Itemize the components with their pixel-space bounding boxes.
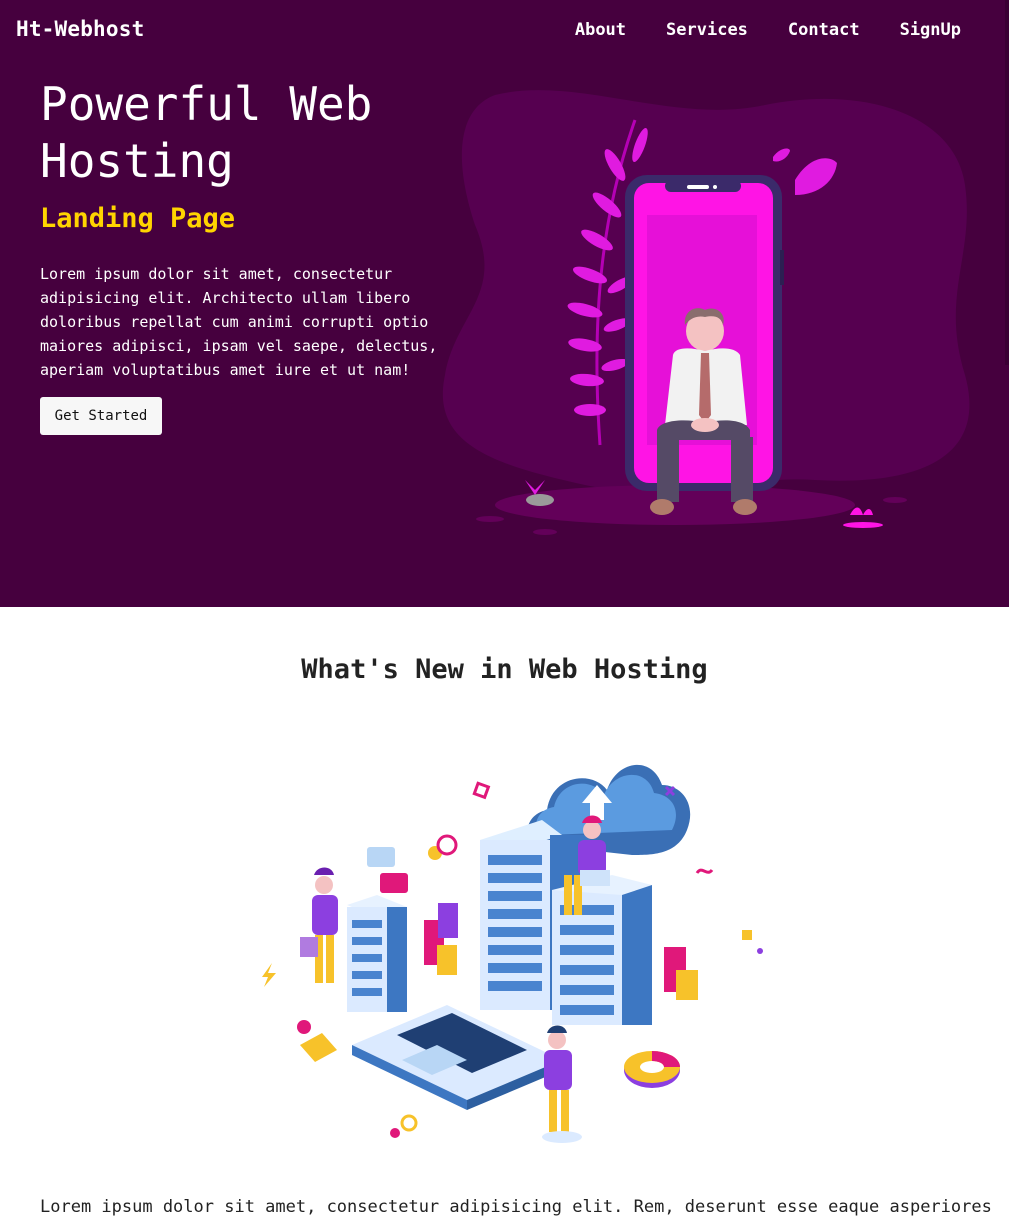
section-title: What's New in Web Hosting: [301, 654, 708, 685]
bar-chart-icon: [424, 903, 458, 975]
main-nav: About Services Contact SignUp: [575, 20, 961, 40]
nav-contact-link[interactable]: Contact: [788, 20, 860, 40]
hero-subtitle: Landing Page: [40, 203, 236, 234]
brand-logo[interactable]: Ht-Webhost: [16, 17, 144, 41]
mail-icon: [300, 1033, 337, 1062]
server-rack-small: [347, 895, 407, 1012]
hero-illustration: [442, 90, 970, 535]
person-figure-left: [300, 867, 338, 983]
nav-signup-link[interactable]: SignUp: [900, 20, 961, 40]
chat-bubble-icon-2: [380, 873, 408, 893]
chat-bubble-icon: [367, 847, 395, 867]
get-started-button[interactable]: Get Started: [40, 397, 162, 435]
hero-title: Powerful Web Hosting: [40, 77, 373, 188]
person-figure-bottom: [542, 1025, 582, 1143]
hero-description: Lorem ipsum dolor sit amet, consectetur …: [40, 265, 438, 379]
hero-section: Ht-Webhost About Services Contact SignUp…: [0, 0, 1009, 607]
nav-about-link[interactable]: About: [575, 20, 626, 40]
scrollbar[interactable]: [1005, 0, 1009, 365]
donut-chart-icon: [624, 1051, 680, 1088]
section-description: Lorem ipsum dolor sit amet, consectetur …: [40, 1197, 992, 1217]
bar-chart-icon-2: [664, 947, 698, 1000]
nav-services-link[interactable]: Services: [666, 20, 748, 40]
hosting-illustration: [262, 764, 763, 1143]
laptop-icon: [352, 1005, 562, 1110]
